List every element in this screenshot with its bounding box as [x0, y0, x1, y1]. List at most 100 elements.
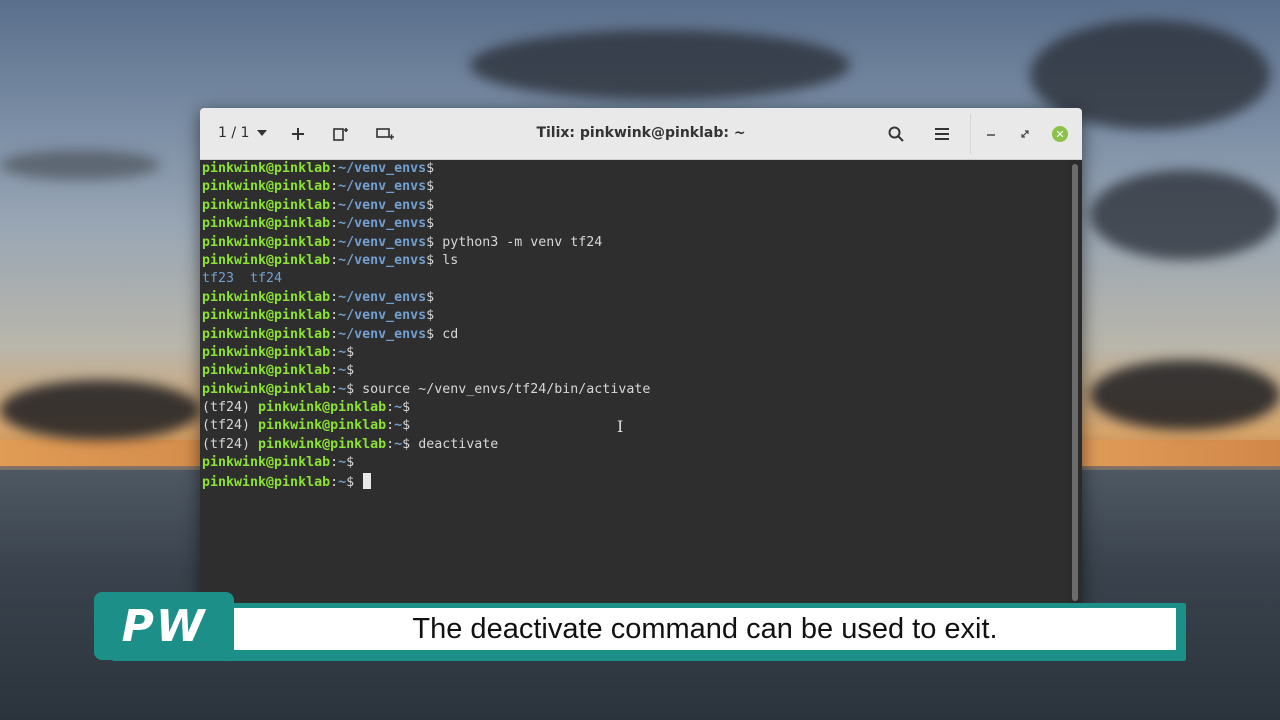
add-terminal-button[interactable] [284, 120, 312, 148]
terminal-line: pinkwink@pinklab:~$ [202, 362, 1070, 380]
cloud [0, 150, 160, 180]
terminal-output[interactable]: pinkwink@pinklab:~/venv_envs$ pinkwink@pi… [200, 160, 1070, 605]
prompt-user-host: pinkwink@pinklab [202, 455, 331, 471]
venv-indicator: (tf24) [202, 400, 259, 416]
prompt-separator: : [330, 252, 339, 268]
prompt-path: ~ [338, 381, 347, 397]
titlebar-divider [970, 114, 971, 154]
prompt-separator: : [330, 455, 339, 471]
prompt-separator: : [330, 344, 339, 360]
prompt-path: ~ [338, 455, 347, 471]
prompt-separator: : [330, 474, 339, 490]
prompt-symbol: $ [346, 381, 355, 397]
channel-logo: PW [94, 592, 234, 660]
prompt-symbol: $ [426, 308, 435, 324]
prompt-symbol: $ [346, 344, 355, 360]
scrollbar-thumb[interactable] [1072, 164, 1078, 601]
prompt-path: ~/venv_envs [338, 289, 427, 305]
split-terminal-down-icon [376, 128, 394, 140]
prompt-separator: : [330, 216, 339, 232]
prompt-separator: : [386, 400, 395, 416]
prompt-user-host: pinkwink@pinklab [258, 418, 387, 434]
prompt-symbol: $ [426, 179, 435, 195]
prompt-separator: : [330, 308, 339, 324]
session-switcher[interactable]: 1 / 1 [218, 125, 268, 141]
maximize-icon [1021, 130, 1029, 138]
prompt-path: ~/venv_envs [338, 216, 427, 232]
prompt-separator: : [330, 197, 339, 213]
terminal-line: pinkwink@pinklab:~/venv_envs$ [202, 197, 1070, 215]
prompt-separator: : [386, 418, 395, 434]
chevron-down-icon [257, 130, 268, 136]
subtitle-box: The deactivate command can be used to ex… [234, 608, 1176, 650]
prompt-user-host: pinkwink@pinklab [202, 197, 331, 213]
terminal-line: (tf24) pinkwink@pinklab:~$ [202, 399, 1070, 417]
subtitle-text: The deactivate command can be used to ex… [412, 612, 998, 645]
prompt-symbol: $ [426, 197, 435, 213]
prompt-path: ~/venv_envs [338, 252, 427, 268]
prompt-separator: : [330, 326, 339, 342]
minimize-icon [987, 134, 995, 136]
prompt-user-host: pinkwink@pinklab [202, 234, 331, 250]
cloud [1090, 170, 1280, 260]
close-button[interactable]: ✕ [1046, 120, 1074, 148]
prompt-user-host: pinkwink@pinklab [258, 400, 387, 416]
command-text: cd [434, 326, 459, 342]
cloud [0, 380, 200, 440]
text-cursor [363, 472, 372, 489]
prompt-path: ~/venv_envs [338, 197, 427, 213]
prompt-symbol: $ [426, 326, 435, 342]
prompt-user-host: pinkwink@pinklab [202, 344, 331, 360]
prompt-user-host: pinkwink@pinklab [202, 326, 331, 342]
command-text: deactivate [410, 436, 499, 452]
prompt-symbol: $ [402, 418, 411, 434]
prompt-path: ~/venv_envs [338, 308, 427, 324]
prompt-user-host: pinkwink@pinklab [202, 216, 331, 232]
cloud [470, 30, 850, 100]
logo-text: PW [121, 600, 207, 652]
tilix-window: 1 / 1 Tilix: pinkwink@pinklab: ~ ✕ pinkw… [200, 108, 1082, 605]
prompt-separator: : [330, 289, 339, 305]
search-icon [888, 126, 904, 142]
terminal-line: pinkwink@pinklab:~/venv_envs$ [202, 307, 1070, 325]
prompt-symbol: $ [426, 234, 435, 250]
terminal-line: (tf24) pinkwink@pinklab:~$ deactivate [202, 436, 1070, 454]
prompt-path: ~ [394, 436, 403, 452]
split-down-button[interactable] [371, 120, 399, 148]
venv-indicator: (tf24) [202, 418, 259, 434]
command-text: source ~/venv_envs/tf24/bin/activate [354, 381, 651, 397]
prompt-symbol: $ [346, 474, 355, 490]
terminal-line: pinkwink@pinklab:~$ [202, 344, 1070, 362]
terminal-line: pinkwink@pinklab:~$ source ~/venv_envs/t… [202, 381, 1070, 399]
split-right-button[interactable] [326, 120, 354, 148]
terminal-line: pinkwink@pinklab:~/venv_envs$ [202, 289, 1070, 307]
prompt-separator: : [330, 381, 339, 397]
prompt-separator: : [330, 161, 339, 176]
command-text: ls [434, 252, 459, 268]
session-counter: 1 / 1 [218, 125, 250, 141]
terminal-scrollbar[interactable] [1068, 160, 1082, 605]
prompt-path: ~ [394, 418, 403, 434]
mouse-ibeam-cursor: I [617, 417, 624, 436]
terminal-line: pinkwink@pinklab:~/venv_envs$ python3 -m… [202, 234, 1070, 252]
prompt-path: ~/venv_envs [338, 179, 427, 195]
minimize-button[interactable] [977, 120, 1005, 148]
prompt-separator: : [330, 363, 339, 379]
menu-button[interactable] [928, 120, 956, 148]
close-icon: ✕ [1052, 126, 1068, 142]
prompt-symbol: $ [426, 216, 435, 232]
prompt-path: ~/venv_envs [338, 234, 427, 250]
prompt-symbol: $ [402, 400, 411, 416]
maximize-button[interactable] [1011, 120, 1039, 148]
prompt-path: ~/venv_envs [338, 326, 427, 342]
search-button[interactable] [882, 120, 910, 148]
terminal-line: pinkwink@pinklab:~$ [202, 454, 1070, 472]
terminal-line: pinkwink@pinklab:~/venv_envs$ [202, 178, 1070, 196]
terminal-line: pinkwink@pinklab:~/venv_envs$ [202, 215, 1070, 233]
terminal-line: pinkwink@pinklab:~$ [202, 472, 1070, 491]
venv-indicator: (tf24) [202, 436, 259, 452]
prompt-path: ~ [338, 363, 347, 379]
prompt-separator: : [330, 234, 339, 250]
prompt-user-host: pinkwink@pinklab [258, 436, 387, 452]
prompt-symbol: $ [426, 252, 435, 268]
